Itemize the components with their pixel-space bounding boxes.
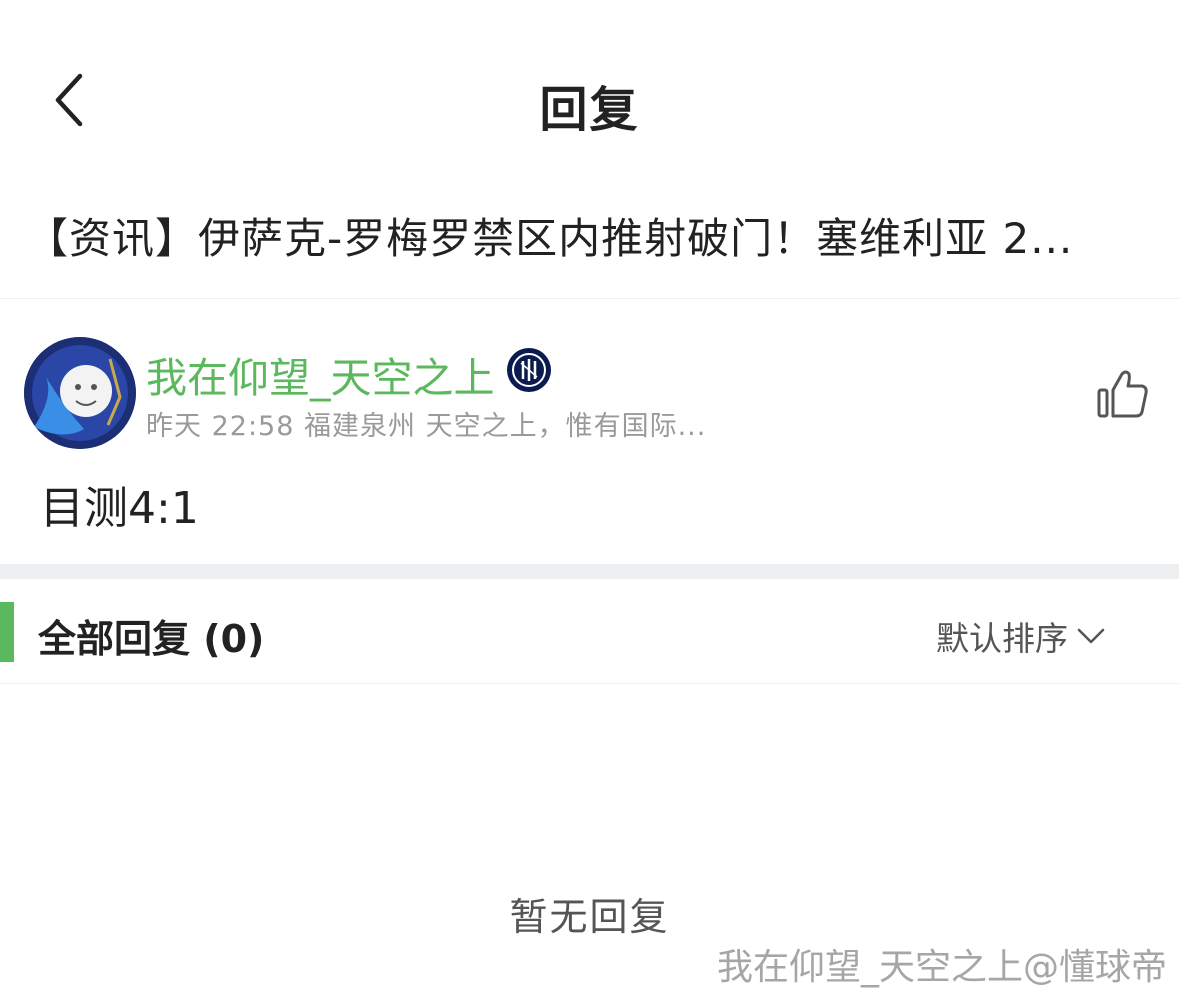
inter-logo-icon (507, 348, 551, 392)
page-title: 回复 (539, 82, 640, 138)
nav-bar: 回复 (0, 40, 1179, 160)
like-button[interactable] (1096, 368, 1150, 420)
avatar[interactable] (24, 337, 136, 449)
replies-title: 全部回复 (0) (38, 617, 265, 661)
reply-page: 回复 【资讯】伊萨克-罗梅罗禁区内推射破门！塞维利亚 2... 我在仰望_天空之… (0, 0, 1179, 993)
sort-label: 默认排序 (936, 619, 1068, 658)
avatar-image (24, 337, 136, 449)
divider (0, 683, 1179, 684)
comment-meta: 昨天 22:58 福建泉州 天空之上，惟有国际... (146, 404, 706, 443)
username[interactable]: 我在仰望_天空之上 (146, 344, 495, 404)
divider (0, 298, 1179, 299)
comment-location: 福建泉州 (304, 411, 416, 442)
thumbs-up-icon (1097, 370, 1148, 418)
comment-time: 昨天 22:58 (146, 411, 295, 442)
article-title[interactable]: 【资讯】伊萨克-罗梅罗禁区内推射破门！塞维利亚 2... (26, 205, 1146, 266)
section-accent-bar (0, 602, 14, 662)
comment-text: 目测4:1 (40, 483, 199, 534)
user-signature: 天空之上，惟有国际... (425, 411, 707, 442)
sort-dropdown[interactable]: 默认排序 (936, 612, 1106, 660)
empty-state-text: 暂无回复 (509, 895, 670, 939)
chevron-down-icon (1077, 628, 1105, 644)
watermark: 我在仰望_天空之上@懂球帝 (716, 947, 1167, 988)
section-divider (0, 564, 1179, 579)
